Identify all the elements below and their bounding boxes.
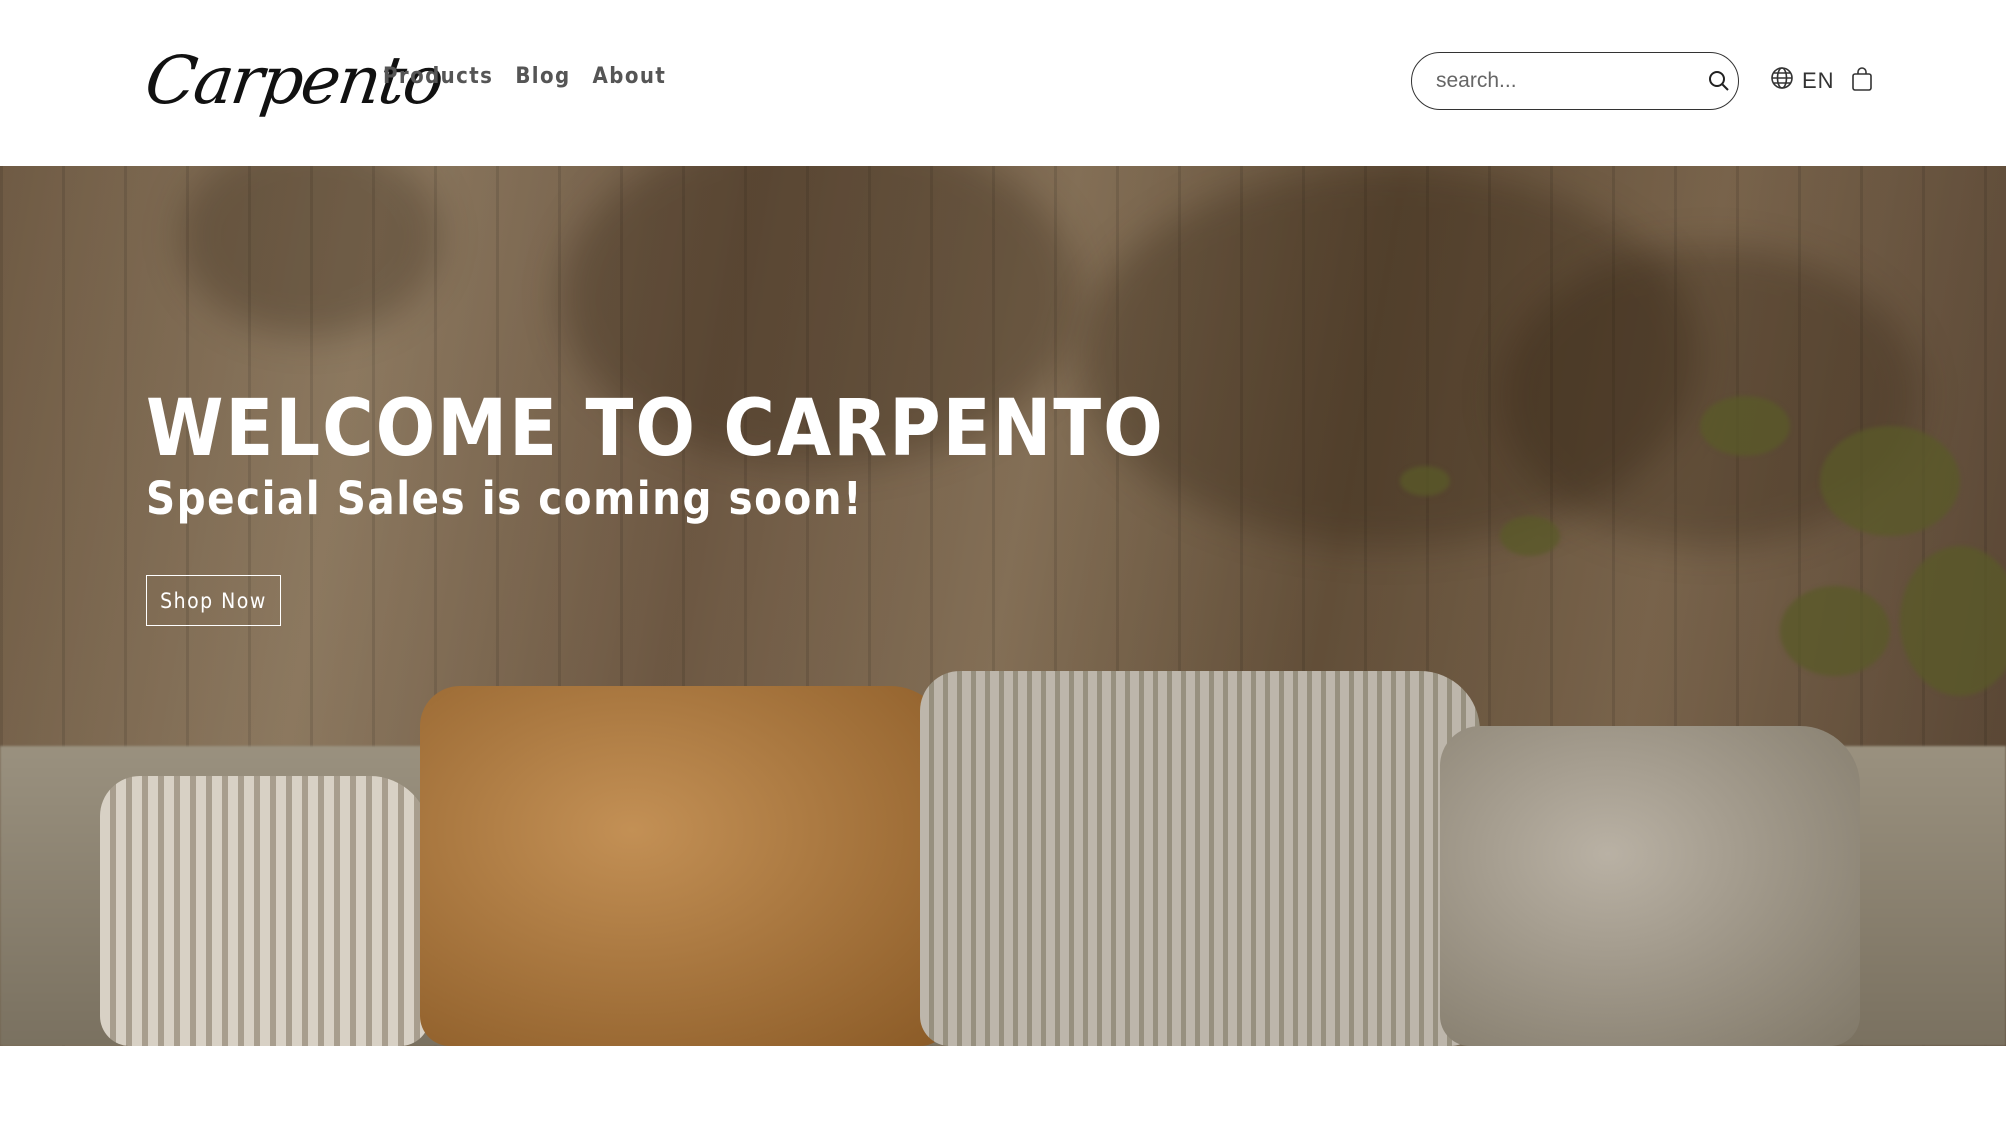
hero-banner: WELCOME TO CARPENTO Special Sales is com…	[0, 166, 2006, 1046]
hero-title: WELCOME TO CARPENTO	[146, 384, 1165, 474]
language-label: EN	[1802, 67, 1835, 93]
site-header: Carpento Products Blog About EN	[0, 0, 2006, 166]
nav-item-products[interactable]: Products	[383, 64, 493, 89]
search-icon[interactable]	[1707, 68, 1731, 94]
nav-item-blog[interactable]: Blog	[515, 64, 570, 89]
search-box	[1411, 52, 1739, 110]
brand-logo[interactable]: Carpento	[141, 30, 447, 130]
shop-now-button[interactable]: Shop Now	[146, 575, 281, 626]
main-nav: Products Blog About	[383, 64, 666, 89]
globe-icon	[1770, 66, 1794, 95]
language-selector[interactable]: EN	[1770, 66, 1835, 95]
nav-item-about[interactable]: About	[593, 64, 667, 89]
search-input[interactable]	[1436, 69, 1707, 93]
hero-subtitle: Special Sales is coming soon!	[146, 472, 864, 525]
shopping-bag-icon[interactable]	[1850, 66, 1876, 94]
